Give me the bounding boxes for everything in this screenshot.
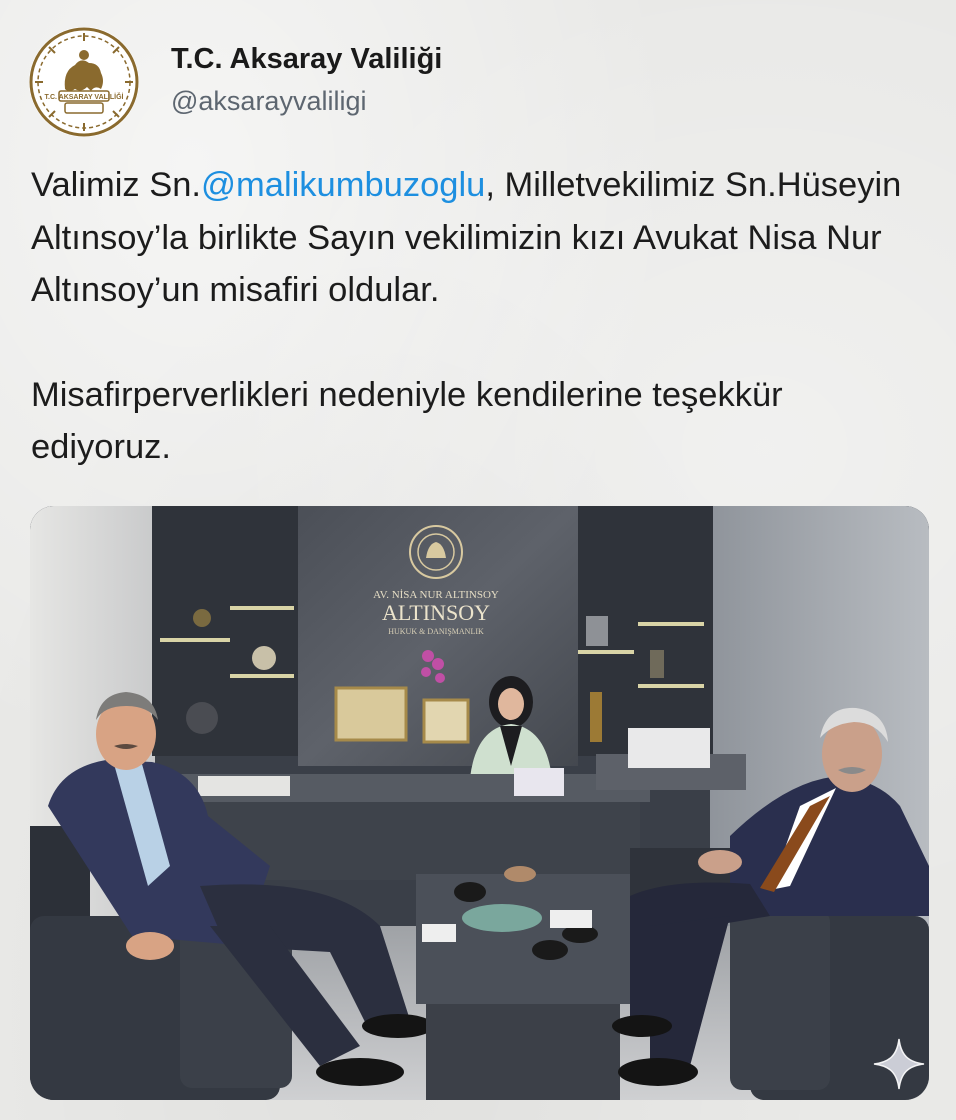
- tweet-photo[interactable]: AV. NİSA NUR ALTINSOY ALTINSOY HUKUK & D…: [30, 506, 929, 1100]
- author-avatar[interactable]: T.C. AKSARAY VALİLİĞİ: [29, 27, 139, 137]
- sparkle-icon[interactable]: [872, 1037, 926, 1091]
- author-display-name[interactable]: T.C. Aksaray Valiliği: [171, 43, 442, 76]
- svg-text:T.C. AKSARAY VALİLİĞİ: T.C. AKSARAY VALİLİĞİ: [45, 92, 124, 101]
- mention-link[interactable]: @malikumbuzoglu: [201, 166, 485, 204]
- office-photo-illustration: AV. NİSA NUR ALTINSOY ALTINSOY HUKUK & D…: [30, 506, 929, 1100]
- sparkle-icon-graphic: [873, 1038, 925, 1090]
- tweet-text: Valimiz Sn.@malikumbuzoglu, Milletvekili…: [31, 159, 931, 474]
- sign-sub-text: HUKUK & DANIŞMANLIK: [388, 627, 484, 636]
- paragraph-prefix: Valimiz Sn.: [31, 166, 201, 204]
- tweet-paragraph-1: Valimiz Sn.@malikumbuzoglu, Milletvekili…: [31, 159, 931, 317]
- tweet-card: T.C. AKSARAY VALİLİĞİ T.C. Aksaray Valil…: [0, 0, 956, 1120]
- sign-large-text: ALTINSOY: [382, 600, 490, 625]
- author-handle[interactable]: @aksarayvaliligi: [171, 86, 366, 117]
- governorship-seal-icon: T.C. AKSARAY VALİLİĞİ: [29, 27, 139, 137]
- tweet-paragraph-2: Misafirperverlikleri nedeniyle kendileri…: [31, 375, 783, 467]
